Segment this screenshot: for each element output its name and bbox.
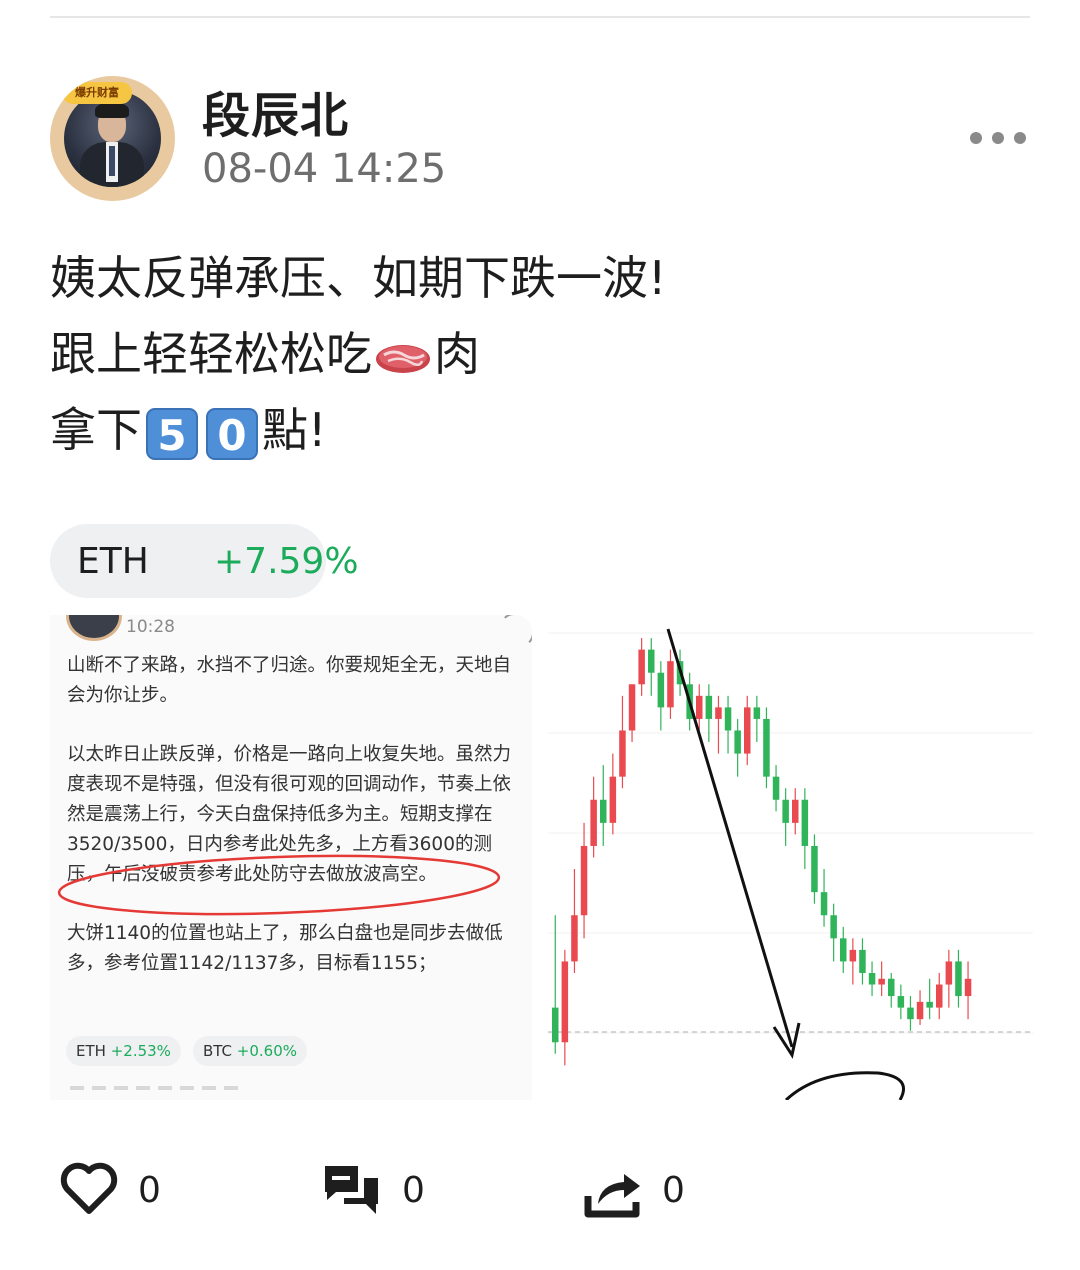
comment-icon	[325, 1166, 378, 1214]
ticker-symbol: ETH	[77, 541, 149, 582]
candle-body	[696, 695, 703, 719]
author-name[interactable]: 段辰北	[202, 76, 349, 146]
candle-body	[811, 845, 818, 893]
comment-count: 0	[402, 1170, 425, 1211]
candle-body	[734, 730, 741, 754]
share-button[interactable]: 0	[584, 1160, 704, 1220]
post-timestamp: 08-04 14:25	[202, 146, 447, 192]
candle-body	[945, 961, 953, 985]
meat-icon	[376, 344, 430, 373]
candle-body	[849, 949, 857, 962]
like-button[interactable]: 0	[60, 1160, 180, 1220]
post-line-3-prefix: 拿下	[50, 403, 142, 457]
candle-body	[878, 978, 885, 985]
share-icon	[584, 1174, 640, 1218]
candlestick-chart	[548, 615, 1033, 1100]
candle-body	[926, 1001, 933, 1008]
avatar-photo	[64, 90, 161, 187]
candle-body	[648, 649, 655, 673]
post-image[interactable]: 10:28 山断不了来路，水挡不了归途。你要规矩全无，天地自会为你让步。 以太昨…	[50, 615, 1033, 1100]
post-line-1: 姨太反弹承压、如期下跌一波!	[50, 251, 667, 305]
ticker-chip-eth[interactable]: ETH +7.59%	[50, 524, 359, 598]
candle-body	[609, 776, 617, 823]
author-avatar[interactable]: 爆升财富	[50, 76, 175, 201]
screenshot-time: 10:28	[126, 617, 175, 637]
candle-body	[897, 996, 905, 1008]
screenshot-footer	[70, 1077, 270, 1097]
candle-body	[667, 661, 674, 708]
candle-body	[772, 776, 780, 800]
red-circle-annotation	[57, 854, 501, 916]
candle-body	[628, 684, 636, 731]
share-count: 0	[662, 1170, 685, 1211]
candle-body	[715, 707, 722, 719]
top-divider	[50, 16, 1030, 18]
avatar-badge: 爆升财富	[62, 82, 132, 104]
screenshot-chip-btc: BTC +0.60%	[192, 1036, 308, 1066]
screenshot-corner	[500, 615, 532, 647]
more-options-icon[interactable]	[966, 128, 1032, 148]
candle-body	[705, 695, 713, 719]
candle-body	[907, 1007, 914, 1020]
candle-body	[561, 961, 569, 1043]
candle-body	[590, 799, 597, 846]
screenshot-avatar	[66, 615, 122, 641]
candle-body	[724, 707, 732, 731]
candle-body	[955, 961, 962, 997]
candle-body	[619, 730, 626, 777]
candle-body	[782, 799, 789, 823]
screenshot-paragraph-1: 山断不了来路，水挡不了归途。你要规矩全无，天地自会为你让步。	[67, 655, 512, 706]
candle-body	[801, 799, 809, 846]
candle-body	[552, 1007, 559, 1043]
candle-body	[792, 799, 799, 823]
post-line-2-suffix: 肉	[434, 327, 480, 381]
candle-body	[830, 915, 837, 939]
black-circle-annotation	[784, 1071, 905, 1100]
like-count: 0	[138, 1170, 161, 1211]
candle-body	[868, 972, 876, 985]
candles-layer	[552, 638, 972, 1066]
candle-body	[753, 707, 761, 719]
ticker-change: +7.59%	[214, 541, 359, 582]
keycap-zero-icon: 0	[206, 407, 258, 460]
candle-body	[571, 915, 578, 962]
candle-body	[763, 718, 770, 777]
candle-body	[964, 978, 972, 997]
keycap-five-icon: 5	[146, 407, 198, 460]
post-body: 姨太反弹承压、如期下跌一波! 跟上轻轻松松吃 肉 拿下 5 0 點!	[50, 240, 1030, 468]
embedded-post-screenshot: 10:28 山断不了来路，水挡不了归途。你要规矩全无，天地自会为你让步。 以太昨…	[50, 615, 532, 1100]
candle-body	[638, 649, 645, 685]
post-line-3: 拿下 5 0 點!	[50, 392, 1030, 468]
candle-body	[657, 672, 665, 708]
screenshot-paragraph-3: 大饼1140的位置也站上了，那么白盘也是同步去做低多，参考位置1142/1137…	[67, 923, 503, 974]
heart-icon	[60, 1162, 118, 1214]
post-line-2-prefix: 跟上轻轻松松吃	[50, 327, 372, 381]
candle-body	[859, 949, 866, 973]
screenshot-ticker-chips: ETH +2.53% BTC +0.60%	[66, 1036, 319, 1068]
post-line-3-suffix: 點!	[262, 403, 327, 457]
candle-body	[580, 845, 588, 916]
candle-body	[600, 799, 607, 823]
candle-body	[936, 984, 943, 1008]
post-line-2: 跟上轻轻松松吃 肉	[50, 316, 1030, 392]
candle-body	[744, 707, 751, 754]
candle-body	[888, 978, 895, 997]
candle-body	[840, 938, 847, 962]
candle-body	[820, 892, 828, 916]
screenshot-text: 山断不了来路，水挡不了归途。你要规矩全无，天地自会为你让步。 以太昨日止跌反弹，…	[67, 651, 517, 1008]
screenshot-chip-eth: ETH +2.53%	[66, 1036, 181, 1066]
trend-arrow-line	[666, 628, 794, 1048]
comment-button[interactable]: 0	[322, 1160, 442, 1220]
candle-body	[916, 1001, 924, 1020]
